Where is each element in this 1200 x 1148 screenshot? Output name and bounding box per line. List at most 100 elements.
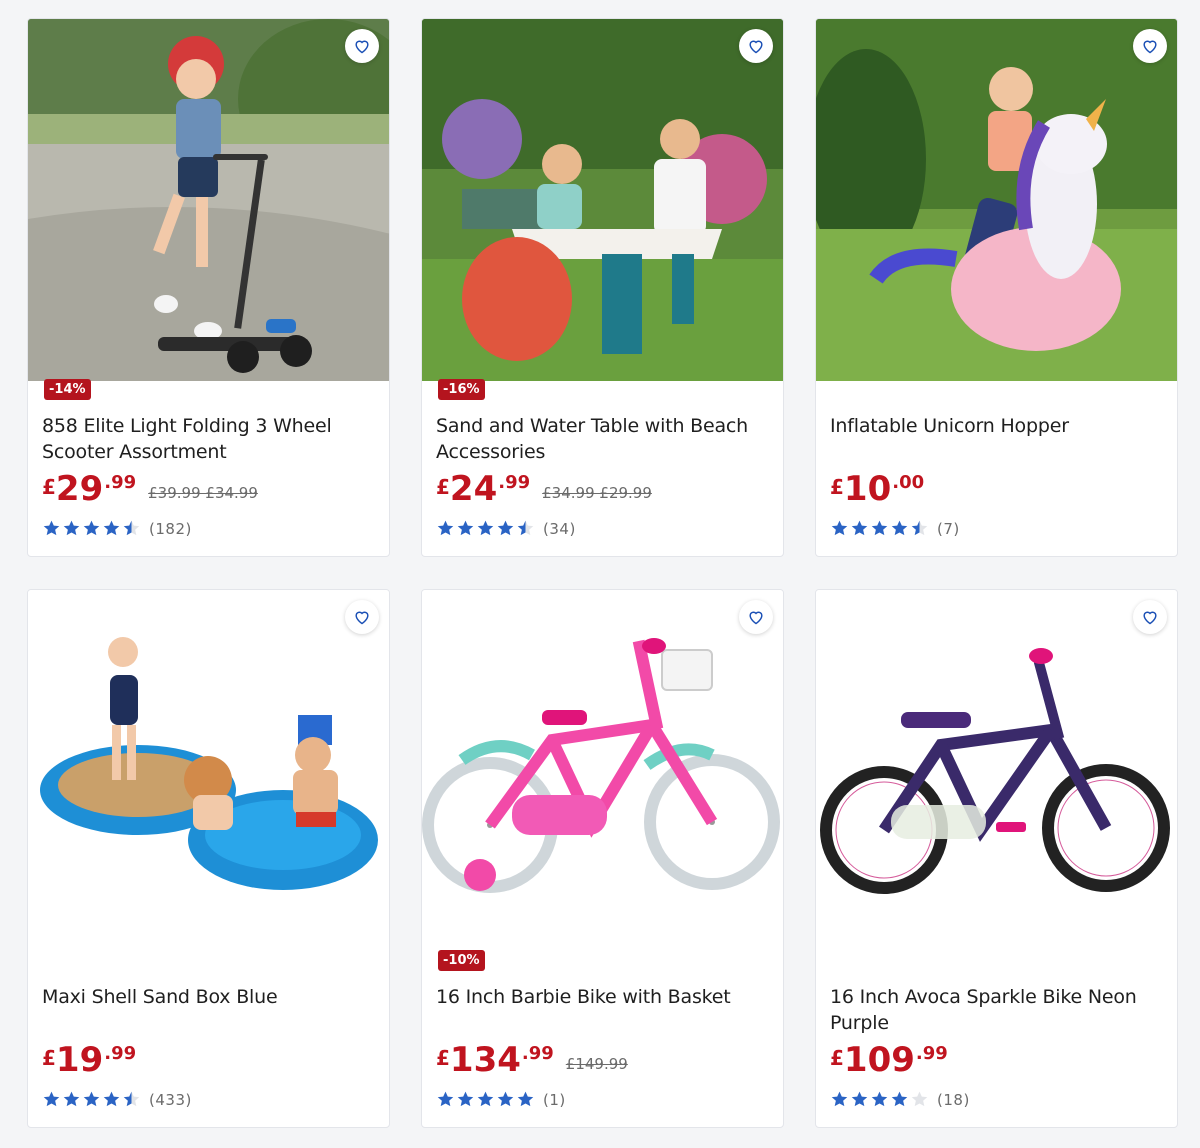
rating[interactable]: (182) — [42, 519, 192, 538]
wishlist-button[interactable] — [1133, 600, 1167, 634]
was-price: £34.99 £29.99 — [542, 484, 652, 502]
star-icon — [911, 1091, 928, 1107]
was-price: £149.99 — [565, 1055, 628, 1073]
star-icon — [517, 520, 534, 536]
product-card[interactable]: -14% 858 Elite Light Folding 3 Wheel Sco… — [27, 18, 390, 557]
rating[interactable]: (7) — [830, 519, 960, 538]
star-icon — [851, 1091, 868, 1107]
product-image[interactable] — [28, 19, 389, 381]
price-currency: £ — [830, 475, 844, 499]
star-icon — [43, 1091, 60, 1107]
wishlist-button[interactable] — [739, 29, 773, 63]
product-image[interactable] — [28, 590, 389, 952]
star-icon — [63, 520, 80, 536]
price-fraction: .99 — [915, 1043, 948, 1064]
price-row: £ 10 .00 — [830, 471, 924, 507]
product-card[interactable]: 16 Inch Avoca Sparkle Bike Neon Purple £… — [815, 589, 1178, 1128]
was-price: £39.99 £34.99 — [148, 484, 258, 502]
price-row: £ 109 .99 — [830, 1042, 948, 1078]
star-icon — [437, 520, 454, 536]
heart-icon — [749, 40, 763, 54]
price-fraction: .99 — [104, 1043, 137, 1064]
price-whole: 109 — [843, 1040, 915, 1080]
product-card[interactable]: -16% Sand and Water Table with Beach Acc… — [421, 18, 784, 557]
price-row: £ 24 .99 £34.99 £29.99 — [436, 471, 652, 507]
heart-icon — [749, 611, 763, 625]
discount-badge: -14% — [44, 379, 91, 400]
discount-badge: -16% — [438, 379, 485, 400]
product-card[interactable]: -10% 16 Inch Barbie Bike with Basket £ 1… — [421, 589, 784, 1128]
rating[interactable]: (18) — [830, 1090, 970, 1109]
product-image[interactable] — [422, 590, 783, 952]
star-icon — [831, 520, 848, 536]
star-icon — [871, 1091, 888, 1107]
wishlist-button[interactable] — [345, 600, 379, 634]
wishlist-button[interactable] — [1133, 29, 1167, 63]
product-title[interactable]: 16 Inch Avoca Sparkle Bike Neon Purple — [830, 984, 1160, 1036]
rating[interactable]: (433) — [42, 1090, 192, 1109]
product-card[interactable]: Inflatable Unicorn Hopper £ 10 .00 (7) — [815, 18, 1178, 557]
product-image[interactable] — [816, 19, 1177, 381]
review-count: (182) — [149, 519, 192, 538]
current-price: £ 109 .99 — [830, 1042, 948, 1078]
product-title[interactable]: 16 Inch Barbie Bike with Basket — [436, 984, 766, 1010]
star-icon — [103, 520, 120, 536]
star-icon — [891, 1091, 908, 1107]
product-title[interactable]: Maxi Shell Sand Box Blue — [42, 984, 372, 1010]
price-fraction: .00 — [892, 472, 925, 493]
product-image[interactable] — [422, 19, 783, 381]
review-count: (34) — [543, 519, 576, 538]
star-icon — [831, 1091, 848, 1107]
star-icon — [83, 1091, 100, 1107]
star-icon — [497, 520, 514, 536]
star-rating — [436, 519, 535, 538]
product-title[interactable]: Sand and Water Table with Beach Accessor… — [436, 413, 766, 465]
heart-icon — [1143, 611, 1157, 625]
wishlist-button[interactable] — [345, 29, 379, 63]
heart-icon — [1143, 40, 1157, 54]
review-count: (1) — [543, 1090, 566, 1109]
star-icon — [123, 520, 140, 536]
star-icon — [83, 520, 100, 536]
star-icon — [891, 520, 908, 536]
wishlist-button[interactable] — [739, 600, 773, 634]
heart-icon — [355, 611, 369, 625]
discount-badge: -10% — [438, 950, 485, 971]
price-currency: £ — [830, 1046, 844, 1070]
review-count: (433) — [149, 1090, 192, 1109]
price-whole: 29 — [55, 469, 104, 509]
price-currency: £ — [436, 475, 450, 499]
product-title[interactable]: 858 Elite Light Folding 3 Wheel Scooter … — [42, 413, 372, 465]
star-icon — [477, 520, 494, 536]
star-rating — [830, 1090, 929, 1109]
rating[interactable]: (34) — [436, 519, 576, 538]
product-grid: -14% 858 Elite Light Folding 3 Wheel Sco… — [27, 18, 1178, 1128]
star-icon — [103, 1091, 120, 1107]
product-image[interactable] — [816, 590, 1177, 952]
price-currency: £ — [436, 1046, 450, 1070]
price-fraction: .99 — [104, 472, 137, 493]
star-icon — [517, 1091, 534, 1107]
price-whole: 10 — [843, 469, 892, 509]
price-fraction: .99 — [521, 1043, 554, 1064]
star-icon — [457, 1091, 474, 1107]
star-rating — [436, 1090, 535, 1109]
price-whole: 134 — [449, 1040, 521, 1080]
star-icon — [457, 520, 474, 536]
current-price: £ 134 .99 — [436, 1042, 554, 1078]
product-title[interactable]: Inflatable Unicorn Hopper — [830, 413, 1160, 439]
star-icon — [63, 1091, 80, 1107]
star-icon — [871, 520, 888, 536]
star-icon — [43, 520, 60, 536]
review-count: (7) — [937, 519, 960, 538]
current-price: £ 10 .00 — [830, 471, 924, 507]
price-row: £ 19 .99 — [42, 1042, 136, 1078]
rating[interactable]: (1) — [436, 1090, 566, 1109]
current-price: £ 24 .99 — [436, 471, 530, 507]
review-count: (18) — [937, 1090, 970, 1109]
price-currency: £ — [42, 1046, 56, 1070]
price-whole: 19 — [55, 1040, 104, 1080]
star-icon — [851, 520, 868, 536]
product-card[interactable]: Maxi Shell Sand Box Blue £ 19 .99 (433) — [27, 589, 390, 1128]
star-icon — [911, 520, 928, 536]
